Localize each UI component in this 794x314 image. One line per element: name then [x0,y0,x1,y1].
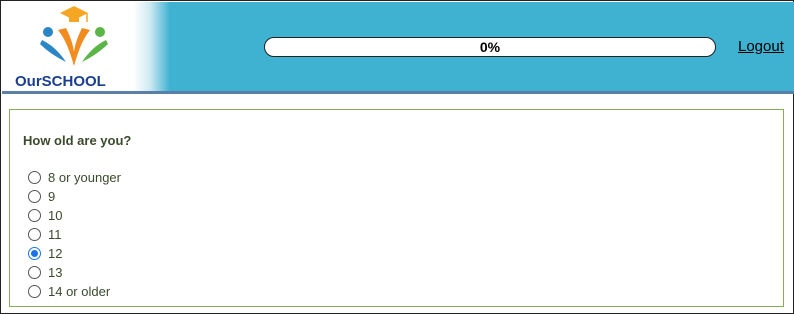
radio-button[interactable] [28,266,41,279]
logout-link[interactable]: Logout [738,38,784,55]
option-14-or-older[interactable]: 14 or older [28,282,121,301]
radio-button[interactable] [28,247,41,260]
radio-button[interactable] [28,228,41,241]
option-11[interactable]: 11 [28,225,121,244]
option-label: 10 [48,208,63,223]
logo: OurSCHOOL [2,2,170,91]
option-12[interactable]: 12 [28,244,121,263]
logo-text: OurSCHOOL [15,73,106,90]
question-text: How old are you? [23,133,132,148]
option-13[interactable]: 13 [28,263,121,282]
radio-button[interactable] [28,209,41,222]
option-8-or-younger[interactable]: 8 or younger [28,168,121,187]
progress-bar: 0% [264,37,716,57]
survey-page: OurSCHOOL 0% Logout How old are you? 8 o… [0,0,794,314]
option-label: 8 or younger [48,170,121,185]
ourschool-logo-icon [40,6,108,66]
option-label: 14 or older [48,284,111,299]
option-label: 13 [48,265,63,280]
radio-button[interactable] [28,190,41,203]
option-label: 12 [48,246,63,261]
option-9[interactable]: 9 [28,187,121,206]
question-panel: How old are you? 8 or younger 9 10 11 12 [9,109,784,307]
radio-button[interactable] [28,285,41,298]
option-10[interactable]: 10 [28,206,121,225]
option-label: 9 [48,189,56,204]
header-divider [2,91,794,94]
option-label: 11 [48,227,62,242]
answer-options: 8 or younger 9 10 11 12 13 14 or older [28,168,121,301]
radio-button[interactable] [28,171,41,184]
progress-label: 0% [479,39,501,55]
